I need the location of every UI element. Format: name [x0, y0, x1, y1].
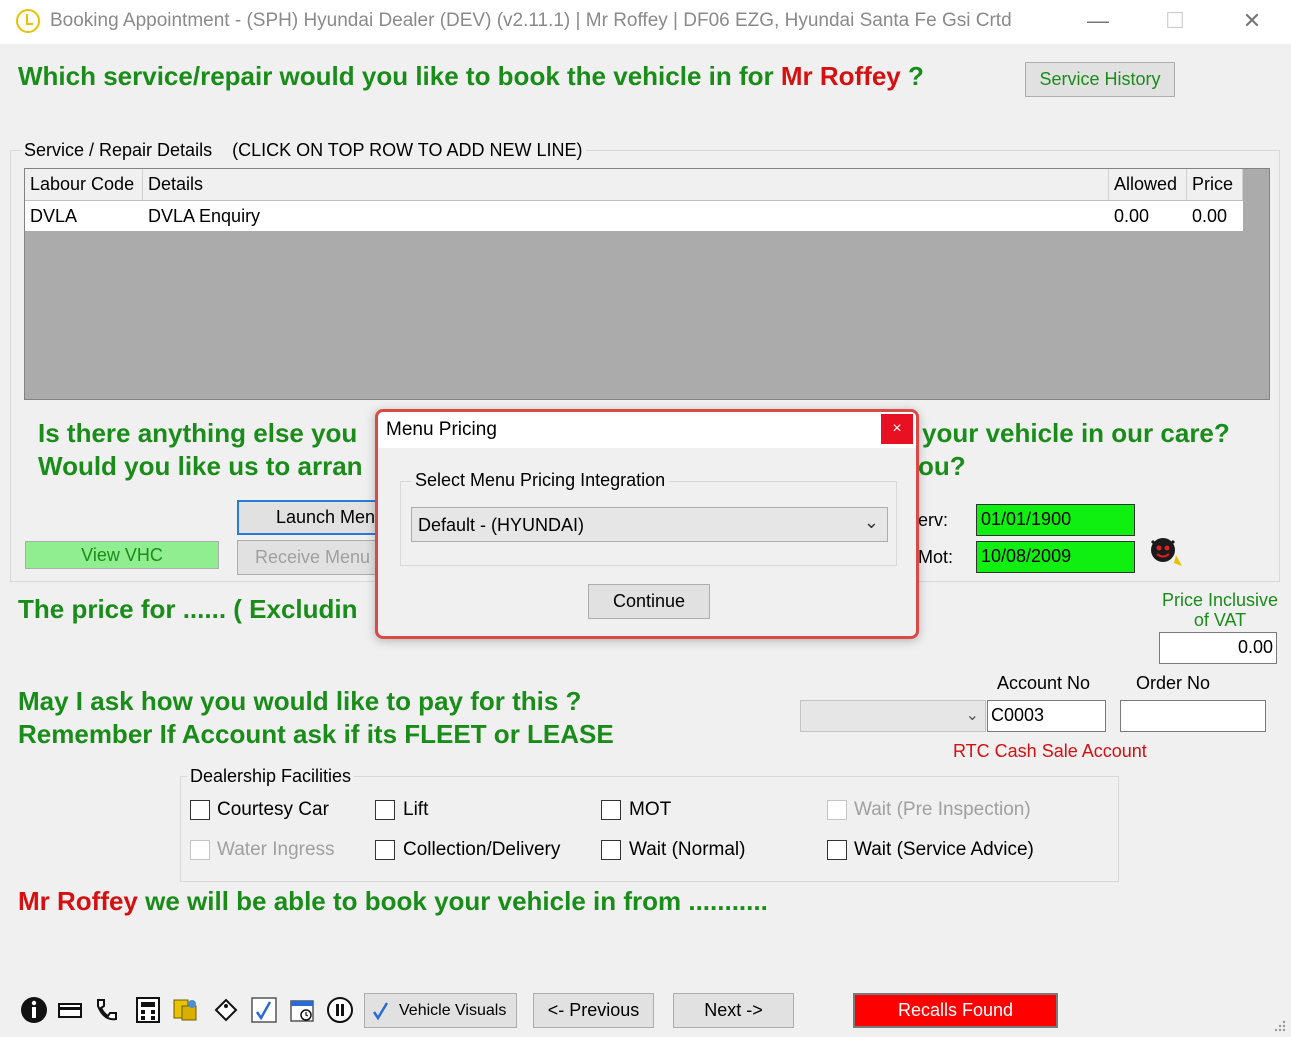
calendar-icon[interactable] [288, 996, 316, 1024]
dealership-facilities-group [180, 776, 1119, 882]
menu-pricing-dialog: Menu Pricing × Select Menu Pricing Integ… [375, 409, 919, 639]
vehicle-visuals-button[interactable]: Vehicle Visuals [364, 993, 517, 1028]
order-no-label: Order No [1136, 673, 1211, 693]
anything-else-line2-end: ou? [918, 451, 966, 481]
table-row[interactable]: DVLA DVLA Enquiry 0.00 0.00 [25, 201, 1243, 231]
payment-question-line1: May I ask how you would like to pay for … [18, 686, 582, 716]
water-ingress-label: Water Ingress [217, 839, 335, 860]
dialog-title-bar: Menu Pricing × [378, 412, 916, 448]
booking-text: Mr Roffey we will be able to book your v… [18, 886, 768, 917]
price-inclusive-field[interactable]: 0.00 [1159, 632, 1277, 664]
previous-button[interactable]: <- Previous [533, 993, 654, 1028]
mot-label: Mot: [918, 547, 954, 567]
mot-checkbox[interactable] [601, 800, 621, 820]
title-bar: Booking Appointment - (SPH) Hyundai Deal… [0, 0, 1291, 44]
courtesy-car-checkbox[interactable] [190, 800, 210, 820]
vehicle-visuals-icon [372, 1002, 389, 1021]
pause-icon[interactable] [326, 996, 354, 1024]
price-text: The price for ...... ( Excludin [18, 594, 358, 624]
wait-pre-inspection-checkbox[interactable] [827, 800, 847, 820]
receive-menu-button[interactable]: Receive Menu [237, 540, 382, 575]
grid-header: Labour Code Details Allowed Price [25, 169, 1243, 201]
cell-details[interactable]: DVLA Enquiry [143, 201, 1109, 231]
price-inclusive-label: Price Inclusive of VAT [1150, 590, 1290, 630]
order-no-field[interactable] [1120, 700, 1266, 732]
question-text: Which service/repair would you like to b… [18, 61, 781, 91]
recalls-found-button[interactable]: Recalls Found [853, 993, 1058, 1028]
service-question: Which service/repair would you like to b… [18, 61, 924, 92]
courtesy-car-label: Courtesy Car [217, 799, 329, 820]
collection-delivery-checkbox[interactable] [375, 840, 395, 860]
vehicle-visuals-label: Vehicle Visuals [399, 1002, 507, 1019]
column-labour-code[interactable]: Labour Code [25, 169, 143, 200]
maximize-button[interactable]: ☐ [1155, 6, 1195, 36]
price-inclusive-label-line2: of VAT [1193, 610, 1247, 630]
cell-labour-code[interactable]: DVLA [25, 201, 143, 231]
calculator-icon[interactable] [134, 996, 162, 1024]
payment-question-line2: Remember If Account ask if its FLEET or … [18, 719, 614, 749]
integration-select[interactable]: Default - (HYUNDAI) ⌄ [411, 507, 888, 542]
anything-else-line1-end: your vehicle in our care? [922, 418, 1230, 448]
minimize-button[interactable]: — [1078, 6, 1118, 36]
service-history-button[interactable]: Service History [1025, 62, 1175, 97]
chevron-down-icon: ⌄ [863, 512, 879, 532]
service-details-label: Service / Repair Details (CLICK ON TOP R… [21, 140, 586, 161]
service-grid[interactable]: Labour Code Details Allowed Price DVLA D… [24, 168, 1270, 400]
facilities-label: Dealership Facilities [187, 766, 355, 787]
column-details[interactable]: Details [143, 169, 1109, 200]
mot-label: MOT [629, 799, 672, 820]
lift-checkbox[interactable] [375, 800, 395, 820]
wait-pre-inspection-label: Wait (Pre Inspection) [854, 799, 1031, 820]
app-logo-icon [16, 9, 40, 33]
payment-method-select[interactable]: ⌄ [800, 700, 986, 732]
parts-icon[interactable] [172, 996, 200, 1024]
mot-date-field[interactable]: 10/08/2009 [976, 541, 1135, 573]
resize-grip-icon[interactable] [1272, 1018, 1288, 1034]
info-icon[interactable] [20, 996, 48, 1024]
chevron-down-icon: ⌄ [965, 707, 979, 724]
serv-label: erv: [918, 510, 949, 530]
wait-service-advice-checkbox[interactable] [827, 840, 847, 860]
collection-delivery-label: Collection/Delivery [403, 839, 561, 860]
customer-name: Mr Roffey [780, 61, 901, 91]
tag-icon[interactable] [212, 996, 240, 1024]
launch-menu-button[interactable]: Launch Men [237, 500, 382, 535]
account-name-label: RTC Cash Sale Account [953, 741, 1147, 761]
wait-normal-label: Wait (Normal) [629, 839, 746, 860]
close-button[interactable]: ✕ [1232, 6, 1272, 36]
phone-icon[interactable] [92, 996, 120, 1024]
cell-price[interactable]: 0.00 [1187, 201, 1243, 231]
anything-else-line1: Is there anything else you [38, 418, 358, 448]
lift-label: Lift [403, 799, 429, 820]
anything-else-line2: Would you like us to arran [38, 451, 363, 481]
grid-scroll-area [1243, 169, 1269, 399]
column-price[interactable]: Price [1187, 169, 1243, 200]
view-vhc-button[interactable]: View VHC [25, 541, 219, 569]
card-icon[interactable] [56, 996, 84, 1024]
group-label: Service / Repair Details [24, 140, 213, 160]
customer-name: Mr Roffey [18, 886, 138, 916]
continue-button[interactable]: Continue [588, 584, 710, 619]
column-allowed[interactable]: Allowed [1109, 169, 1187, 200]
wait-service-advice-label: Wait (Service Advice) [854, 839, 1034, 860]
window-title: Booking Appointment - (SPH) Hyundai Deal… [50, 10, 1012, 31]
checklist-icon[interactable] [250, 996, 278, 1024]
water-ingress-checkbox[interactable] [190, 840, 210, 860]
account-no-label: Account No [997, 673, 1091, 693]
instruction-label: (CLICK ON TOP ROW TO ADD NEW LINE) [232, 140, 583, 160]
account-no-field[interactable]: C0003 [987, 700, 1106, 732]
question-suffix: ? [900, 61, 924, 91]
price-inclusive-label-line1: Price Inclusive [1161, 590, 1279, 610]
devil-warning-icon[interactable] [1148, 535, 1188, 569]
serv-date-field[interactable]: 01/01/1900 [976, 504, 1135, 536]
integration-group-label: Select Menu Pricing Integration [411, 470, 670, 491]
booking-text-body: we will be able to book your vehicle in … [137, 886, 768, 916]
next-button[interactable]: Next -> [673, 993, 794, 1028]
integration-selected-value: Default - (HYUNDAI) [418, 515, 585, 535]
wait-normal-checkbox[interactable] [601, 840, 621, 860]
dialog-title: Menu Pricing [386, 419, 497, 440]
cell-allowed[interactable]: 0.00 [1109, 201, 1187, 231]
dialog-close-button[interactable]: × [881, 414, 913, 444]
